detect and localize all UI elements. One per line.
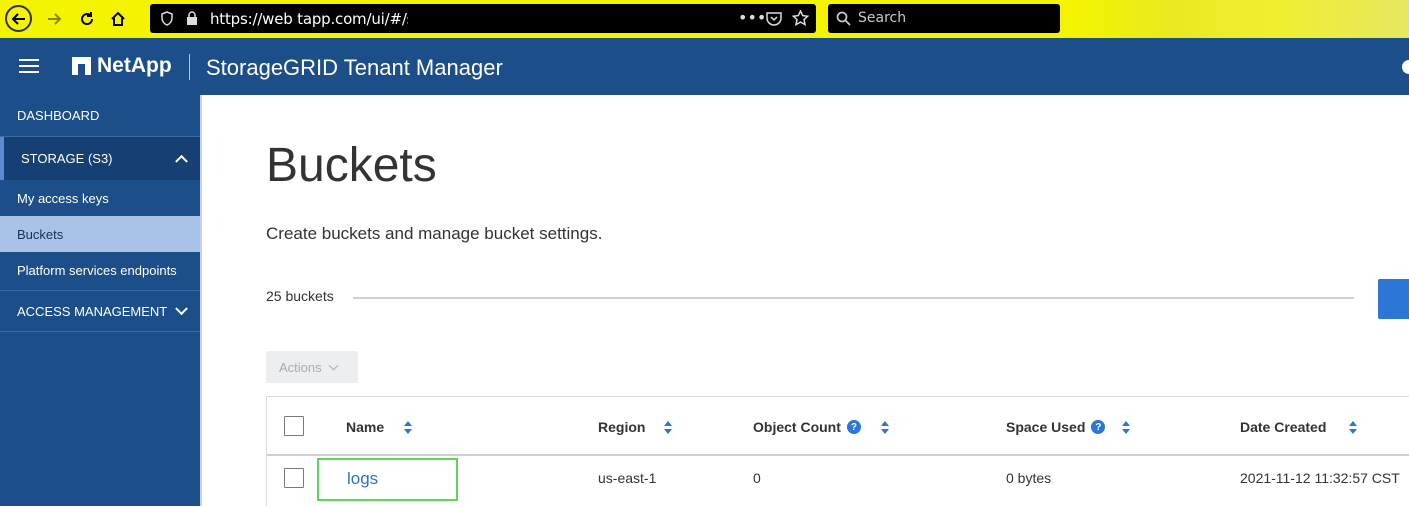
sidebar-item-label: Buckets [17,226,64,242]
table-header: Name Region Object Count ? Space Used ? … [267,397,1409,456]
column-label: Region [598,419,646,435]
sidebar-item-storage[interactable]: STORAGE (S3) [0,137,200,180]
column-header-date-created[interactable]: Date Created [1240,419,1326,435]
chevron-down-icon [328,360,339,370]
sort-icon[interactable] [1121,421,1131,435]
column-header-region[interactable]: Region [598,419,645,435]
date-created-cell: 2021-11-12 11:32:57 CST [1240,470,1400,486]
shield-icon [161,11,173,26]
header-divider [189,54,190,80]
star-icon[interactable] [792,10,809,27]
column-label: Date Created [1240,419,1327,435]
sidebar-divider [0,331,200,332]
row-checkbox[interactable] [284,468,304,488]
create-bucket-button[interactable] [1378,279,1409,319]
column-label: Name [346,419,385,435]
column-header-object-count[interactable]: Object Count ? [753,419,861,435]
buckets-table: Name Region Object Count ? Space Used ? … [266,396,1409,506]
netapp-logo-icon [72,57,91,75]
sidebar-item-access-management[interactable]: ACCESS MANAGEMENT [0,291,200,331]
more-actions-icon[interactable]: ••• [738,8,766,27]
sort-icon[interactable] [663,421,673,435]
actions-label: Actions [279,359,322,375]
page-title: Buckets [266,139,437,192]
chevron-up-icon [175,154,188,168]
search-placeholder: Search [858,10,907,26]
column-label: Space Used [1006,419,1086,435]
bucket-count: 25 buckets [266,288,334,304]
sort-icon[interactable] [403,421,413,435]
reload-button[interactable] [73,5,100,32]
sidebar: DASHBOARD STORAGE (S3) My access keys Bu… [0,95,202,506]
sidebar-item-label: My access keys [17,190,109,206]
chevron-down-icon [175,302,188,316]
menu-icon[interactable] [19,59,39,75]
sidebar-item-access-keys[interactable]: My access keys [0,180,200,216]
home-icon [110,11,125,26]
help-icon[interactable]: ? [1091,420,1106,434]
url-bar[interactable]: https://web tapp.com/ui/#/s3/buckets ••• [150,4,816,33]
browser-search-input[interactable]: Search [828,4,1060,33]
object-count-cell: 0 [753,470,761,486]
sidebar-item-label: Platform services endpoints [17,262,177,278]
reload-icon [80,11,93,25]
sidebar-item-label: STORAGE (S3) [21,151,113,166]
search-icon [836,11,851,26]
column-label: Object Count [753,419,841,435]
netapp-logo: NetApp [72,54,172,78]
blurred-toolbar-area [1070,0,1409,38]
sidebar-item-dashboard[interactable]: DASHBOARD [0,95,200,136]
column-header-name[interactable]: Name [346,419,384,435]
count-divider [353,297,1354,299]
select-all-checkbox[interactable] [284,416,304,436]
lock-icon [187,11,197,25]
browser-toolbar: https://web tapp.com/ui/#/s3/buckets •••… [0,0,1409,38]
sort-icon[interactable] [880,421,890,435]
sidebar-item-label: DASHBOARD [17,108,100,123]
redaction-box [408,6,508,31]
brand-name: NetApp [97,54,172,77]
region-cell: us-east-1 [598,470,657,486]
column-header-space-used[interactable]: Space Used ? [1006,419,1106,435]
page-description: Create buckets and manage bucket setting… [266,224,603,243]
arrow-left-icon [11,12,25,25]
forward-button[interactable] [40,5,67,32]
actions-dropdown[interactable]: Actions [266,351,358,383]
help-icon[interactable]: ? [846,420,861,434]
pocket-icon[interactable] [766,11,782,26]
user-menu-icon[interactable] [1402,60,1409,74]
section-accent [0,137,4,180]
sidebar-item-platform-endpoints[interactable]: Platform services endpoints [0,252,200,288]
bucket-name-link[interactable]: logs [317,458,458,501]
sidebar-item-label: ACCESS MANAGEMENT [17,303,168,319]
app-header: NetApp StorageGRID Tenant Manager [0,38,1409,95]
table-row[interactable]: logs us-east-1 0 0 bytes 2021-11-12 11:3… [267,458,1409,507]
home-button[interactable] [104,5,131,32]
space-used-cell: 0 bytes [1006,470,1052,486]
arrow-right-icon [47,12,61,25]
sort-icon[interactable] [1348,421,1358,435]
sidebar-item-buckets[interactable]: Buckets [0,216,200,252]
back-button[interactable] [5,5,32,32]
app-title: StorageGRID Tenant Manager [206,55,503,80]
